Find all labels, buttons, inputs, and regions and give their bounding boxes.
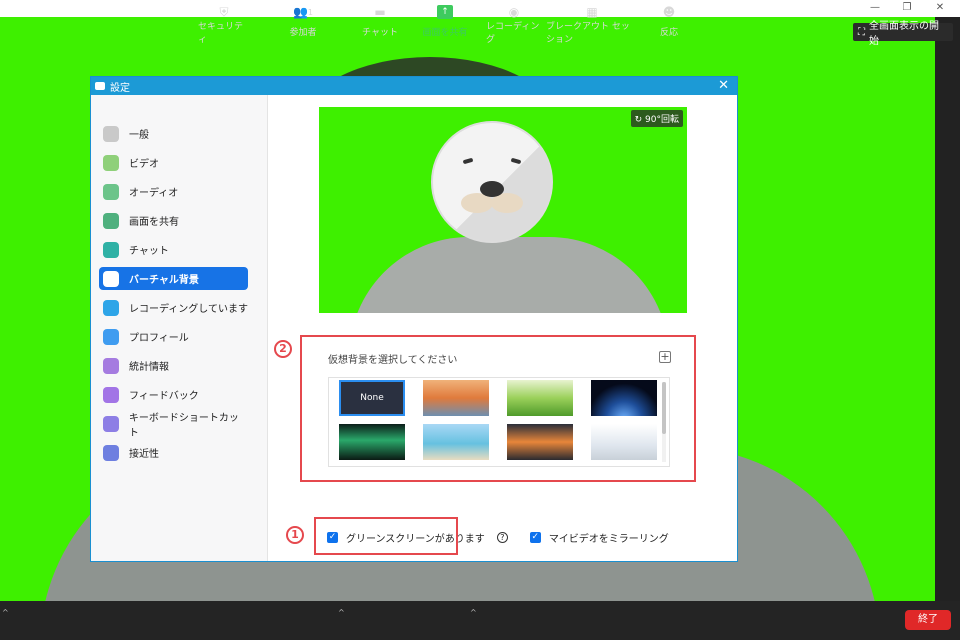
dialog-titlebar: 設定 ✕ bbox=[91, 77, 737, 95]
seal-right-eye bbox=[510, 157, 522, 165]
headphones-icon bbox=[103, 183, 119, 200]
sidebar-item-3[interactable]: 画面を共有 bbox=[99, 209, 248, 232]
close-window-button[interactable]: ✕ bbox=[925, 0, 955, 17]
breakout-label: ブレークアウト セッション bbox=[546, 22, 630, 45]
end-meeting-button[interactable]: 終了 bbox=[905, 610, 951, 630]
breakout-rooms-button[interactable]: ▦ ブレークアウト セッション bbox=[546, 2, 638, 45]
profile-icon bbox=[103, 328, 119, 345]
minimize-button[interactable]: — bbox=[860, 0, 890, 17]
participants-icon: 👥 1 bbox=[292, 5, 314, 19]
sidebar-item-label: 接近性 bbox=[129, 449, 159, 460]
video-side-strip bbox=[935, 17, 960, 601]
annotation-badge-2: 2 bbox=[274, 340, 292, 358]
shield-icon: ⛨ bbox=[219, 4, 229, 19]
chat-label: チャット bbox=[362, 28, 398, 38]
seal-left-eye bbox=[462, 157, 474, 165]
preview-person-body bbox=[349, 237, 669, 313]
record-icon bbox=[103, 299, 119, 316]
share-screen-label: 画面を共有 bbox=[422, 28, 468, 38]
accessibility-icon bbox=[103, 444, 119, 461]
sidebar-item-label: チャット bbox=[129, 246, 169, 257]
dialog-title: 設定 bbox=[110, 82, 130, 94]
chat-button[interactable]: ▬ チャット bbox=[360, 2, 400, 38]
security-label: セキュリティ bbox=[198, 22, 244, 45]
sidebar-item-6[interactable]: レコーディングしています bbox=[99, 296, 248, 319]
sidebar-item-1[interactable]: ビデオ bbox=[99, 151, 248, 174]
sidebar-item-2[interactable]: オーディオ bbox=[99, 180, 248, 203]
recording-label: レコーディング bbox=[486, 22, 540, 45]
sidebar-item-label: プロフィール bbox=[129, 333, 189, 344]
chat-icon bbox=[103, 241, 119, 258]
video-icon bbox=[103, 154, 119, 171]
sidebar-item-5[interactable]: バーチャル背景 bbox=[99, 267, 248, 290]
keyboard-icon bbox=[103, 415, 119, 432]
sidebar-item-9[interactable]: フィードバック bbox=[99, 383, 248, 406]
breakout-grid-icon: ▦ bbox=[586, 5, 598, 19]
rotate-90-button[interactable]: ↻ 90°回転 bbox=[630, 110, 683, 127]
stats-icon bbox=[103, 357, 119, 374]
sidebar-item-label: バーチャル背景 bbox=[129, 275, 199, 286]
sidebar-item-10[interactable]: キーボードショートカット bbox=[99, 412, 248, 439]
sidebar-item-label: 画面を共有 bbox=[129, 217, 179, 228]
settings-dialog: 設定 ✕ 一般ビデオオーディオ画面を共有チャットバーチャル背景レコーディングして… bbox=[90, 76, 738, 562]
sidebar-item-7[interactable]: プロフィール bbox=[99, 325, 248, 348]
mirror-video-checkbox[interactable]: ✓ bbox=[529, 531, 541, 543]
settings-sidebar: 一般ビデオオーディオ画面を共有チャットバーチャル背景レコーディングしています プロ… bbox=[91, 95, 268, 561]
participants-button[interactable]: 👥 1 参加者 bbox=[280, 2, 326, 38]
dialog-close-button[interactable]: ✕ bbox=[718, 78, 729, 93]
gear-icon bbox=[103, 125, 119, 142]
meeting-toolbar bbox=[0, 601, 960, 640]
fullscreen-label: 全画面表示の開始 bbox=[869, 21, 939, 47]
annotation-box-background bbox=[300, 335, 696, 482]
reactions-label: 反応 bbox=[659, 28, 678, 38]
participants-label: 参加者 bbox=[289, 28, 317, 38]
fullscreen-button[interactable]: ⛶ 全画面表示の開始 bbox=[853, 21, 953, 47]
rotate-label: 90°回転 bbox=[645, 115, 679, 125]
help-icon[interactable]: ? bbox=[496, 531, 508, 543]
fullscreen-icon: ⛶ bbox=[858, 26, 865, 38]
restore-button[interactable]: ❐ bbox=[892, 0, 922, 17]
rotate-icon: ↻ bbox=[634, 115, 643, 125]
sidebar-item-4[interactable]: チャット bbox=[99, 238, 248, 261]
annotation-box-greenscreen bbox=[314, 517, 458, 555]
emoji-icon: ☻ bbox=[662, 5, 676, 19]
zoom-app-icon bbox=[95, 82, 105, 90]
seal-nose bbox=[480, 181, 504, 197]
seal-face-sticker bbox=[431, 121, 553, 243]
sidebar-item-label: フィードバック bbox=[129, 391, 199, 402]
participants-count: 1 bbox=[307, 7, 314, 17]
participants-caret[interactable]: ^ bbox=[338, 608, 345, 617]
sidebar-item-label: 一般 bbox=[129, 130, 149, 141]
share-arrow-icon: ↑ bbox=[437, 5, 453, 19]
sidebar-item-label: 統計情報 bbox=[129, 362, 169, 373]
virtual-background-icon bbox=[103, 270, 119, 287]
chat-icon: ▬ bbox=[374, 5, 386, 19]
record-icon: ◉ bbox=[508, 5, 520, 19]
annotation-badge-1: 1 bbox=[286, 526, 304, 544]
sidebar-item-label: キーボードショートカット bbox=[128, 412, 239, 439]
toolbar-left-caret[interactable]: ^ bbox=[2, 608, 9, 617]
sidebar-item-label: ビデオ bbox=[129, 159, 159, 170]
sidebar-item-label: オーディオ bbox=[129, 188, 179, 199]
mirror-video-label: マイビデオをミラーリング bbox=[548, 533, 669, 545]
share-screen-icon bbox=[103, 212, 119, 229]
share-caret[interactable]: ^ bbox=[470, 608, 477, 617]
sidebar-item-8[interactable]: 統計情報 bbox=[99, 354, 248, 377]
share-screen-button[interactable]: ↑ 画面を共有 bbox=[420, 2, 470, 38]
sidebar-item-0[interactable]: 一般 bbox=[99, 122, 248, 145]
feedback-icon bbox=[103, 386, 119, 403]
reactions-button[interactable]: ☻ 反応 bbox=[654, 2, 684, 38]
video-preview: ↻ 90°回転 bbox=[319, 107, 687, 313]
sidebar-item-11[interactable]: 接近性 bbox=[99, 441, 248, 464]
security-button[interactable]: ⛨ セキュリティ bbox=[198, 2, 250, 46]
window-titlebar: — ❐ ✕ bbox=[0, 0, 960, 17]
sidebar-item-label: レコーディングしています bbox=[129, 304, 248, 315]
recording-button[interactable]: ◉ レコーディング bbox=[486, 2, 542, 45]
